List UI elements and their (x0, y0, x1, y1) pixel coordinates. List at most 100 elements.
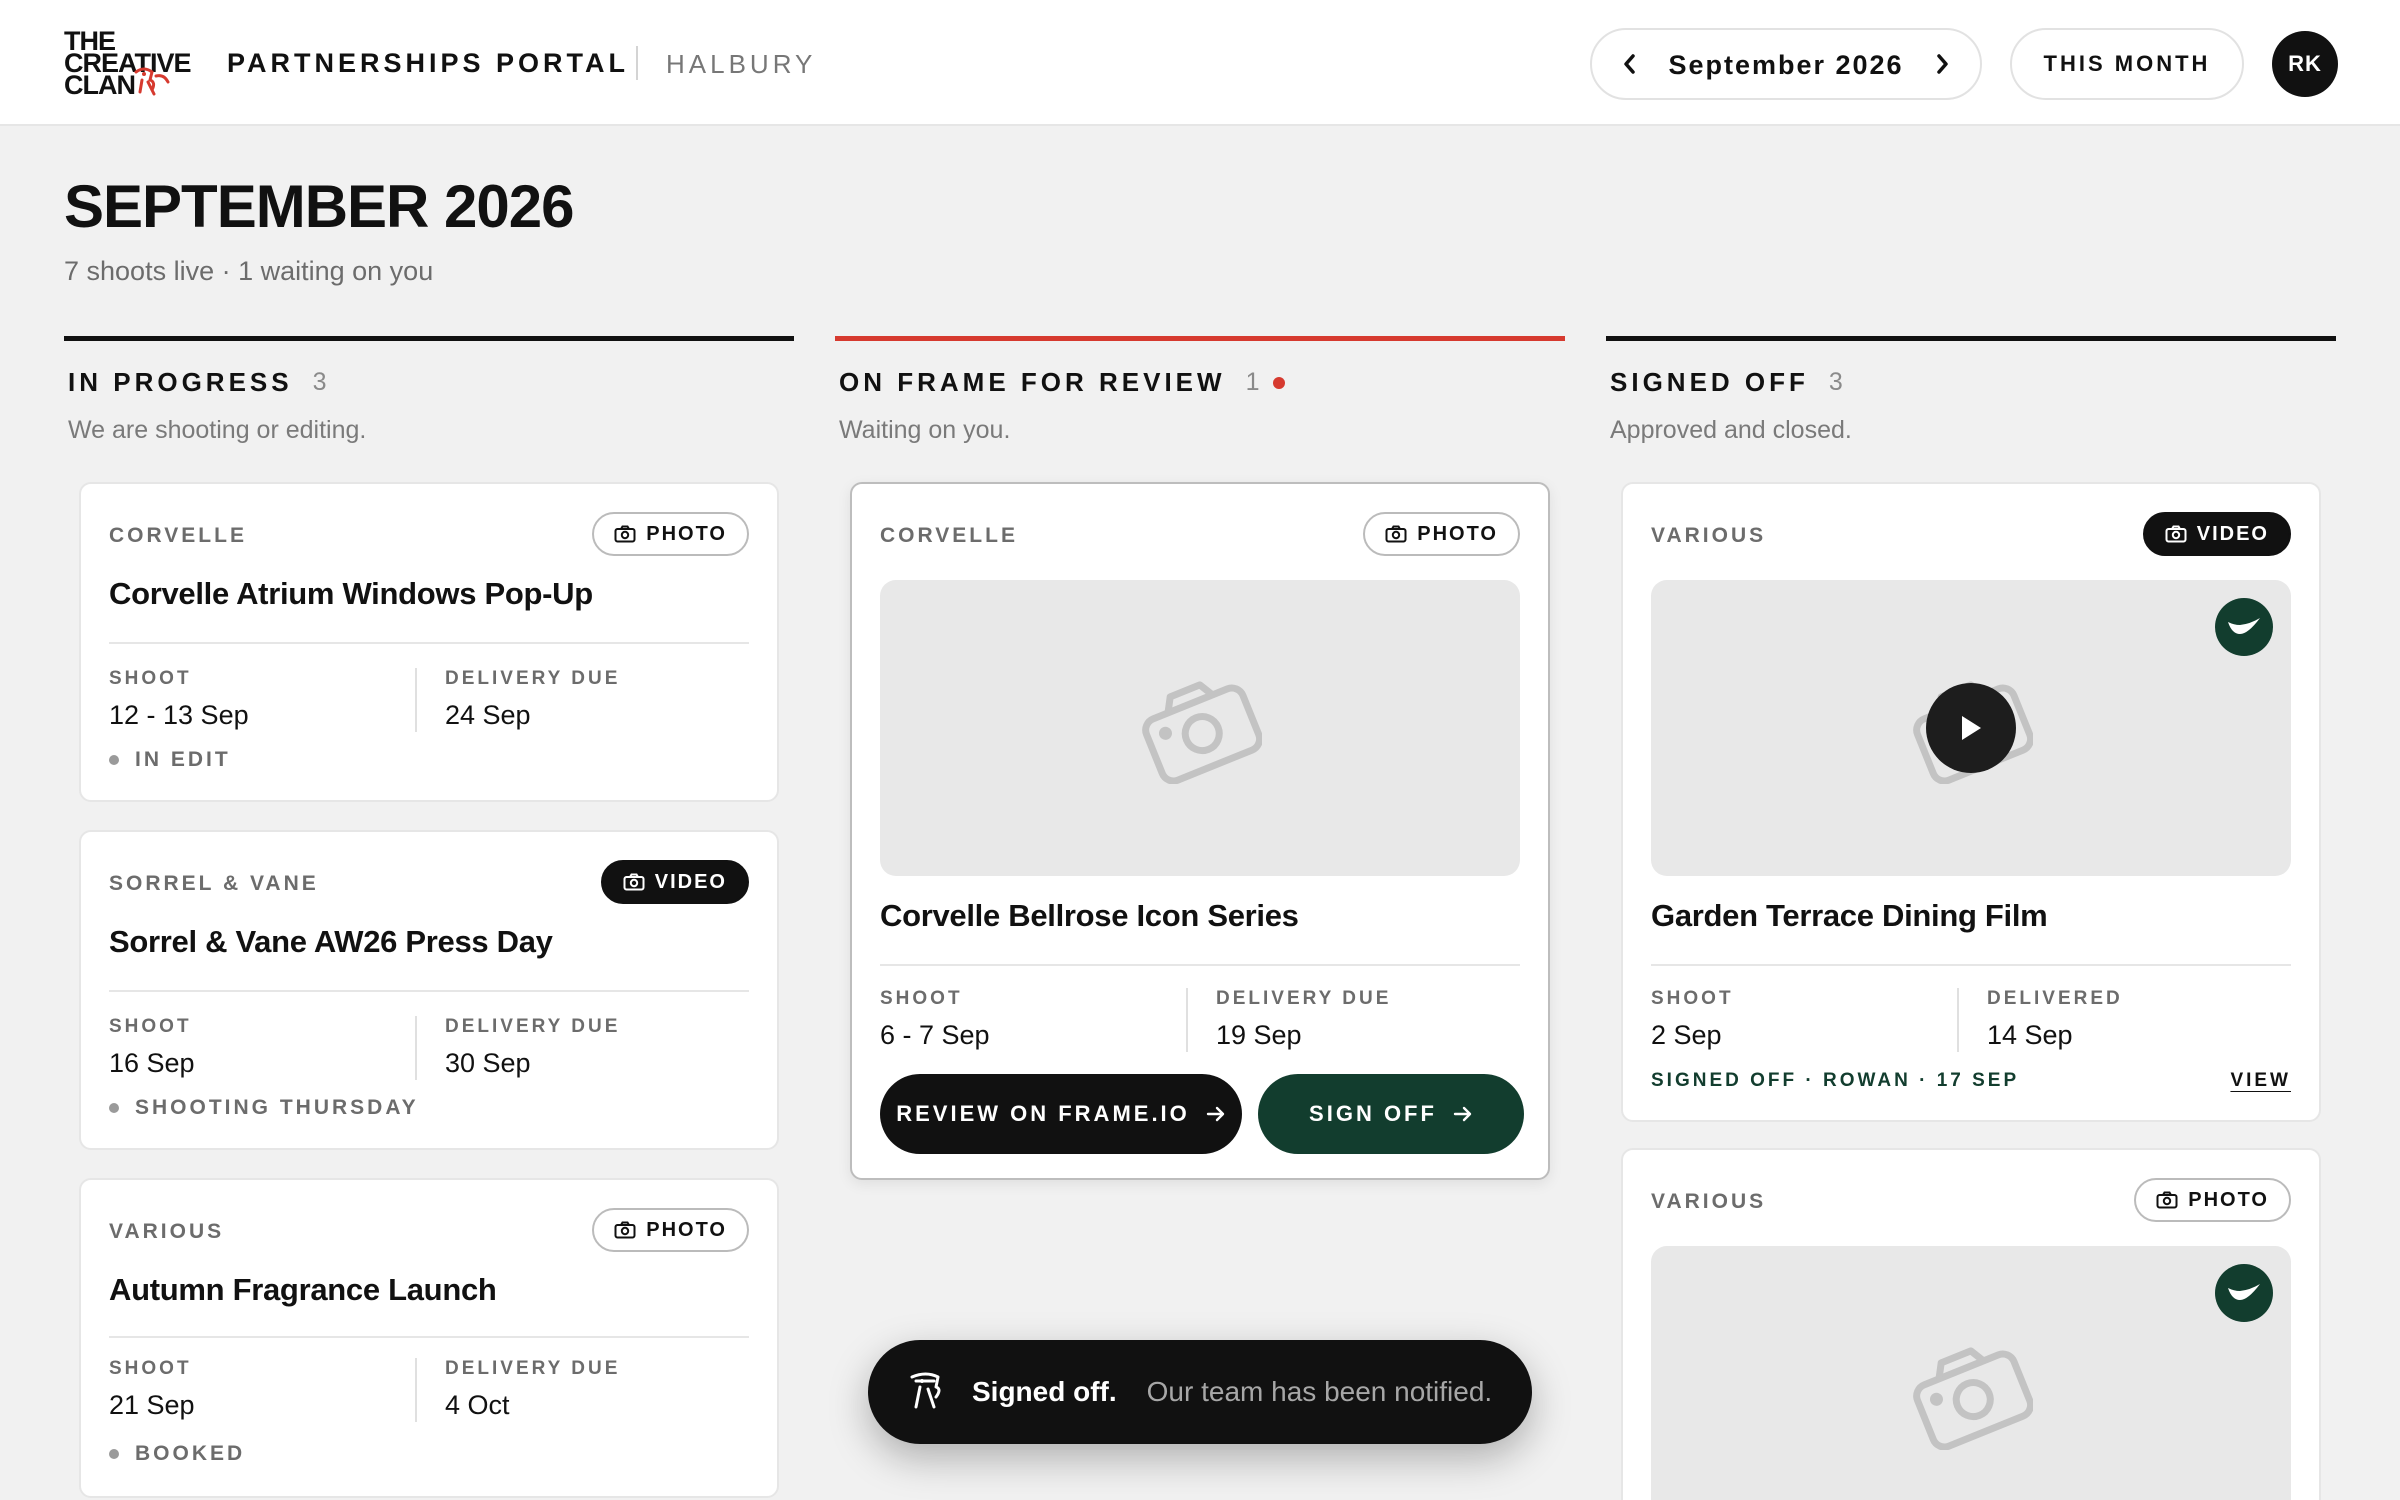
page-title: SEPTEMBER 2026 (64, 173, 575, 240)
media-type-badge: PHOTO (1363, 512, 1520, 556)
column-header: IN PROGRESS 3 (68, 367, 794, 398)
meta-label: DELIVERY DUE (445, 1016, 621, 1037)
card-thumbnail[interactable] (880, 580, 1520, 876)
meta-label: SHOOT (109, 1016, 192, 1037)
status-dot (109, 755, 119, 765)
column-count: 3 (312, 368, 327, 396)
status-dot (109, 1449, 119, 1459)
card-client: VARIOUS (1651, 1190, 1767, 1213)
badge-label: PHOTO (646, 522, 727, 545)
mascot-icon (134, 67, 170, 96)
sign-off-button[interactable]: SIGN OFF (1258, 1074, 1524, 1154)
meta-label: DELIVERY DUE (445, 668, 621, 689)
shoot-date: 16 Sep (109, 1048, 195, 1078)
shoot-card[interactable]: SORREL & VANE VIDEO Sorrel & Vane AW26 P… (79, 830, 779, 1150)
view-link[interactable]: VIEW (2230, 1070, 2291, 1092)
column-header: SIGNED OFF 3 (1610, 367, 2336, 398)
meta-label: SHOOT (109, 1358, 192, 1379)
shoot-date: 21 Sep (109, 1390, 195, 1420)
header-divider (636, 46, 638, 80)
toast-message: Our team has been notified. (1146, 1376, 1493, 1407)
portal-name: PARTNERSHIPS PORTAL (227, 48, 630, 78)
media-type-badge: VIDEO (2142, 512, 2291, 556)
meta-label: DELIVERY DUE (445, 1358, 621, 1379)
column-description: Waiting on you. (839, 416, 1011, 444)
column-header: ON FRAME FOR REVIEW 1 (839, 367, 1565, 398)
delivery-date: 4 Oct (445, 1390, 510, 1420)
card-client: CORVELLE (109, 524, 247, 547)
card-meta: SHOOT 6 - 7 Sep DELIVERY DUE 19 Sep (880, 988, 1520, 1058)
card-thumbnail[interactable] (1651, 1246, 2291, 1500)
card-title: Corvelle Bellrose Icon Series (880, 898, 1299, 933)
badge-label: PHOTO (2188, 1188, 2269, 1211)
signed-off-status: SIGNED OFF · ROWAN · 17 SEP (1651, 1070, 2020, 1091)
meta-divider (1957, 988, 1959, 1052)
org-name: HALBURY (666, 49, 817, 79)
play-icon (1962, 716, 1981, 740)
media-type-badge: PHOTO (2134, 1178, 2291, 1222)
next-month-button[interactable] (1924, 46, 1960, 82)
user-avatar[interactable]: RK (2272, 31, 2338, 97)
column-signed-off: SIGNED OFF 3 Approved and closed. VARIOU… (1606, 336, 2336, 1500)
column-rule (64, 336, 794, 341)
this-month-button[interactable]: THIS MONTH (2010, 28, 2244, 100)
meta-divider (1186, 988, 1188, 1052)
camera-icon (614, 1221, 636, 1239)
play-video-button[interactable] (1926, 683, 2016, 773)
camera-icon (1142, 681, 1262, 784)
column-in-progress: IN PROGRESS 3 We are shooting or editing… (64, 336, 794, 1500)
arrow-right-icon (1453, 1106, 1472, 1122)
card-client: VARIOUS (1651, 524, 1767, 547)
meta-label: SHOOT (1651, 988, 1734, 1009)
card-meta: SHOOT 21 Sep DELIVERY DUE 4 Oct (109, 1358, 749, 1428)
meta-label: DELIVERY DUE (1216, 988, 1392, 1009)
column-count: 1 (1245, 368, 1260, 396)
status-badge: BOOKED (109, 1442, 245, 1466)
shoot-card[interactable]: VARIOUS VIDEO Garden Terrace Dining Film (1621, 482, 2321, 1122)
card-divider (109, 642, 749, 644)
review-on-frameio-button[interactable]: REVIEW ON FRAME.IO (880, 1074, 1242, 1154)
badge-label: VIDEO (2196, 522, 2269, 545)
card-title: Corvelle Atrium Windows Pop-Up (109, 576, 593, 611)
card-thumbnail[interactable] (1651, 580, 2291, 876)
card-divider (109, 990, 749, 992)
meta-label: SHOOT (880, 988, 963, 1009)
delivery-date: 24 Sep (445, 700, 531, 730)
brand-logo[interactable]: THE CREATIVE CLAN (64, 28, 204, 99)
card-client: SORREL & VANE (109, 872, 319, 895)
video-camera-icon (2165, 525, 2187, 543)
shoot-card[interactable]: VARIOUS PHOTO (1621, 1148, 2321, 1500)
delivery-date: 30 Sep (445, 1048, 531, 1078)
badge-label: PHOTO (1417, 522, 1498, 545)
meta-divider (415, 668, 417, 732)
attention-dot (1273, 376, 1286, 389)
arrow-right-icon (1206, 1106, 1224, 1122)
page-subtitle: 7 shoots live · 1 waiting on you (64, 256, 434, 286)
signed-off-check (2215, 1264, 2273, 1322)
button-label: SIGN OFF (1309, 1101, 1437, 1126)
meta-divider (415, 1016, 417, 1080)
camera-icon (1385, 525, 1407, 543)
card-client: VARIOUS (109, 1220, 225, 1243)
check-icon (2228, 1284, 2260, 1300)
chevron-right-icon (1937, 54, 1948, 74)
column-count: 3 (1828, 368, 1843, 396)
check-icon (2228, 618, 2260, 634)
meta-label: SHOOT (109, 668, 192, 689)
toast-title: Signed off. (972, 1376, 1117, 1407)
camera-icon (2156, 1191, 2178, 1209)
status-dot (109, 1103, 119, 1113)
shoot-card[interactable]: CORVELLE PHOTO Corvelle Atrium Windows P… (79, 482, 779, 802)
column-on-frame-for-review: ON FRAME FOR REVIEW 1 Waiting on you. CO… (835, 336, 1565, 1500)
delivery-date: 19 Sep (1216, 1020, 1302, 1050)
status-badge: SHOOTING THURSDAY (109, 1096, 419, 1120)
status-label: IN EDIT (135, 748, 231, 771)
shoot-card[interactable]: VARIOUS PHOTO Autumn Fragrance Launch SH… (79, 1178, 779, 1498)
shoot-card[interactable]: CORVELLE PHOTO Corvelle Bellrose Icon Se… (850, 482, 1550, 1180)
card-title: Autumn Fragrance Launch (109, 1272, 497, 1307)
meta-divider (415, 1358, 417, 1422)
status-label: BOOKED (135, 1442, 246, 1465)
status-badge: IN EDIT (109, 748, 231, 772)
card-divider (109, 1336, 749, 1338)
current-month-label: September 2026 (1668, 50, 1904, 80)
